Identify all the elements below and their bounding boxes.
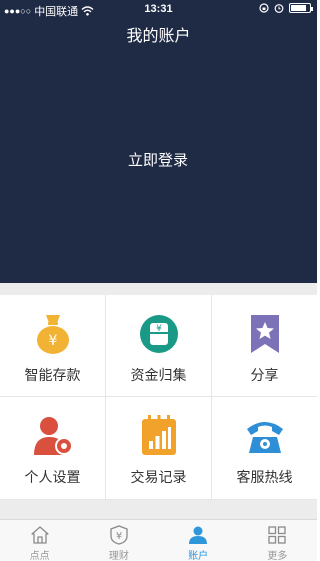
yen-shield-icon: ¥ <box>110 525 128 545</box>
tab-label: 理财 <box>108 551 129 561</box>
section-divider <box>0 283 317 295</box>
tab-diandian[interactable]: 点点 <box>0 520 79 561</box>
telephone-icon <box>246 422 283 453</box>
user-settings-icon <box>33 417 73 455</box>
svg-text:¥: ¥ <box>156 324 162 334</box>
menu-label: 客服热线 <box>236 469 293 485</box>
grid-icon <box>268 526 287 544</box>
svg-text:¥: ¥ <box>116 531 122 542</box>
bar-chart-notebook-icon <box>141 415 176 455</box>
battery-level <box>291 5 306 11</box>
menu-item-customer-hotline[interactable]: 客服热线 <box>212 397 317 500</box>
rotation-lock-icon <box>259 3 269 13</box>
person-icon <box>189 526 208 544</box>
tab-account[interactable]: 账户 <box>159 520 238 561</box>
menu-label: 智能存款 <box>24 367 81 383</box>
menu-item-transaction-records[interactable]: 交易记录 <box>106 397 212 500</box>
tab-label: 更多 <box>267 551 288 561</box>
wallet-icon: ¥ <box>139 315 178 353</box>
tab-bar: 点点 ¥ 理财 账户 更多 <box>0 519 317 561</box>
menu-label: 个人设置 <box>24 469 81 485</box>
section-divider <box>0 500 317 519</box>
star-bookmark-icon <box>250 315 279 353</box>
menu-label: 资金归集 <box>130 367 187 383</box>
money-bag-icon: ¥ <box>36 315 69 354</box>
menu-item-personal-settings[interactable]: 个人设置 <box>0 397 106 500</box>
login-button[interactable]: 立即登录 <box>108 146 208 176</box>
tab-label: 账户 <box>188 551 209 561</box>
battery-icon <box>289 3 313 13</box>
alarm-icon <box>274 4 284 13</box>
menu-label: 分享 <box>250 367 279 383</box>
tab-label: 点点 <box>29 551 50 561</box>
home-icon <box>30 526 49 544</box>
tab-wealth[interactable]: ¥ 理财 <box>79 520 158 561</box>
account-header: ●●●○○ 中国联通 13:31 我的账户 立即登录 <box>0 0 317 283</box>
menu-item-fund-collection[interactable]: ¥ 资金归集 <box>106 295 212 397</box>
account-menu-grid: ¥ 智能存款 ¥ 资金归集 分享 个人设置 交易记录 客服热线 <box>0 295 317 500</box>
menu-item-share[interactable]: 分享 <box>212 295 317 397</box>
tab-more[interactable]: 更多 <box>238 520 317 561</box>
svg-text:¥: ¥ <box>48 333 57 349</box>
status-bar: ●●●○○ 中国联通 13:31 <box>0 0 317 20</box>
menu-label: 交易记录 <box>130 469 187 485</box>
page-title: 我的账户 <box>126 28 191 45</box>
menu-item-smart-deposit[interactable]: ¥ 智能存款 <box>0 295 106 397</box>
